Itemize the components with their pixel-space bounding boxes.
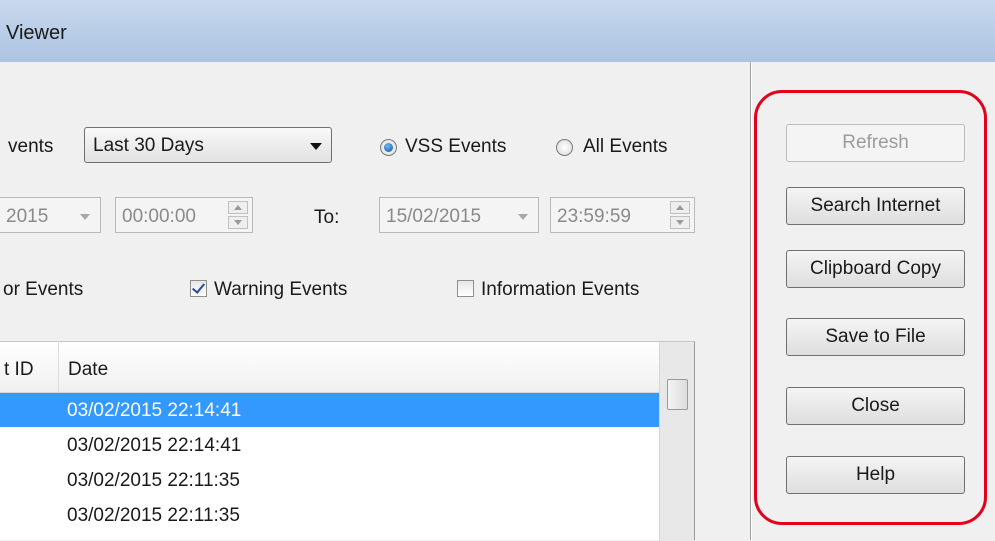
spin-down-icon[interactable] bbox=[670, 216, 690, 229]
scrollbar-thumb[interactable] bbox=[667, 379, 688, 410]
chevron-down-icon bbox=[310, 143, 322, 150]
spin-up-icon[interactable] bbox=[670, 201, 690, 214]
table-header: t ID Date bbox=[0, 342, 659, 393]
error-events-label: or Events bbox=[3, 279, 84, 300]
side-panel-divider-highlight bbox=[751, 62, 752, 540]
highlight-outline bbox=[754, 90, 987, 525]
table-row[interactable]: 03/02/2015 22:14:41 bbox=[0, 393, 659, 427]
to-date-value: 15/02/2015 bbox=[386, 206, 482, 227]
spin-down-icon[interactable] bbox=[228, 216, 248, 229]
chevron-down-icon bbox=[80, 214, 90, 220]
date-range-value: Last 30 Days bbox=[93, 135, 204, 156]
to-time-spinner[interactable] bbox=[670, 201, 690, 229]
all-events-radio[interactable] bbox=[556, 139, 573, 156]
checkmark-icon bbox=[191, 280, 206, 294]
date-cell: 03/02/2015 22:14:41 bbox=[67, 400, 242, 421]
table-row[interactable]: 03/02/2015 22:11:35 bbox=[0, 498, 659, 532]
date-cell: 03/02/2015 22:11:35 bbox=[67, 505, 240, 526]
date-range-select[interactable]: Last 30 Days bbox=[84, 127, 332, 163]
radio-selected-dot bbox=[384, 143, 393, 152]
from-time-value: 00:00:00 bbox=[122, 206, 196, 227]
to-date-field[interactable]: 15/02/2015 bbox=[379, 197, 539, 233]
warning-events-checkbox[interactable] bbox=[190, 280, 207, 297]
title-bar: Viewer bbox=[0, 0, 995, 62]
to-time-value: 23:59:59 bbox=[557, 206, 631, 227]
column-divider[interactable] bbox=[58, 342, 59, 392]
spin-up-icon[interactable] bbox=[228, 201, 248, 214]
chevron-down-icon bbox=[518, 214, 528, 220]
information-events-label: Information Events bbox=[481, 279, 640, 300]
vss-events-label: VSS Events bbox=[405, 136, 507, 157]
warning-events-label: Warning Events bbox=[214, 279, 348, 300]
window-title: Viewer bbox=[6, 22, 67, 44]
table-row[interactable]: 03/02/2015 22:11:35 bbox=[0, 463, 659, 497]
column-header-date[interactable]: Date bbox=[68, 359, 108, 381]
from-date-value: 2015 bbox=[6, 206, 49, 227]
column-header-event-id[interactable]: t ID bbox=[4, 359, 34, 381]
from-date-field[interactable]: 2015 bbox=[0, 197, 101, 233]
date-cell: 03/02/2015 22:11:35 bbox=[67, 470, 240, 491]
from-time-field[interactable]: 00:00:00 bbox=[115, 197, 253, 233]
vertical-scrollbar[interactable] bbox=[659, 342, 694, 541]
from-time-spinner[interactable] bbox=[228, 201, 248, 229]
vss-events-radio[interactable] bbox=[380, 139, 397, 156]
to-time-field[interactable]: 23:59:59 bbox=[550, 197, 695, 233]
information-events-checkbox[interactable] bbox=[457, 280, 474, 297]
table-row[interactable]: 03/02/2015 22:14:41 bbox=[0, 428, 659, 462]
events-table[interactable]: t ID Date 03/02/2015 22:14:41 03/02/2015… bbox=[0, 341, 695, 541]
date-cell: 03/02/2015 22:14:41 bbox=[67, 435, 242, 456]
all-events-label: All Events bbox=[583, 136, 668, 157]
events-label: vents bbox=[8, 136, 54, 157]
to-label: To: bbox=[314, 207, 340, 228]
